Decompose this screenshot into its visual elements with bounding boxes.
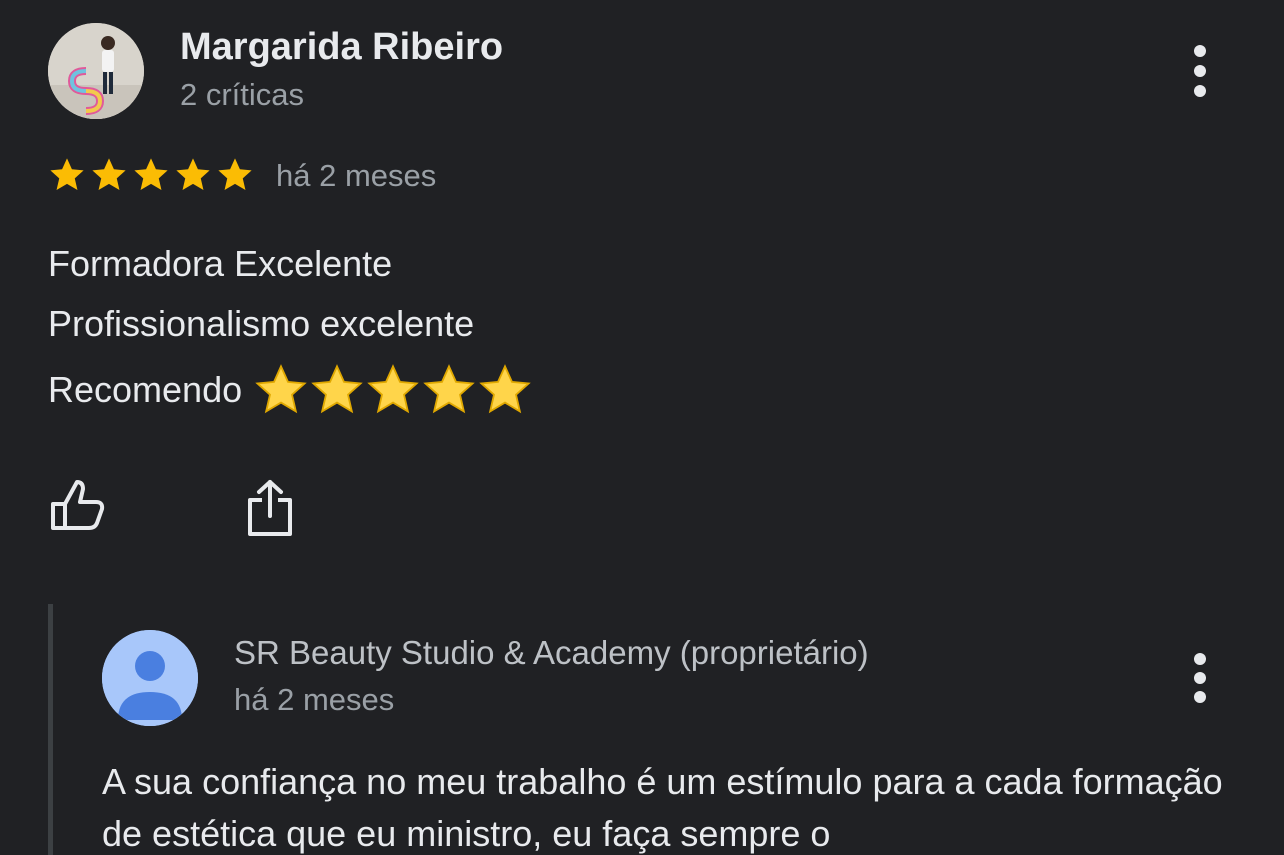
thumbs-up-icon <box>51 480 105 530</box>
owner-name[interactable]: SR Beauty Studio & Academy (proprietário… <box>234 634 869 672</box>
reply-more-options-icon[interactable] <box>1193 653 1207 703</box>
emoji-stars <box>254 363 532 417</box>
star-icon <box>176 158 210 191</box>
star-icon <box>50 158 84 191</box>
reply-date: há 2 meses <box>234 682 395 717</box>
reviewer-name[interactable]: Margarida Ribeiro <box>180 26 503 69</box>
star-emoji-icon <box>367 364 419 414</box>
default-user-icon <box>102 630 198 726</box>
star-icon <box>134 158 168 191</box>
review-more-options-icon[interactable] <box>1193 45 1207 97</box>
star-emoji-icon <box>479 364 531 414</box>
review-text-line-1: Formadora Excelente <box>48 243 393 284</box>
rating-stars <box>48 156 254 194</box>
review-text-line-3-label: Recomendo <box>48 369 243 410</box>
like-button[interactable] <box>48 476 112 540</box>
star-emoji-icon <box>255 364 307 414</box>
star-icon <box>92 158 126 191</box>
share-button[interactable] <box>240 476 300 540</box>
reply-text: A sua confiança no meu trabalho é um est… <box>102 761 1223 854</box>
reply-indent-bar <box>48 604 53 855</box>
reviewer-review-count: 2 críticas <box>180 77 305 112</box>
review-text-line-3: Recomendo <box>48 363 532 417</box>
review-page: Margarida Ribeiro 2 críticas há 2 meses … <box>0 0 1284 855</box>
reviewer-avatar[interactable] <box>48 23 144 119</box>
owner-avatar[interactable] <box>102 630 198 726</box>
star-icon <box>218 158 252 191</box>
star-emoji-icon <box>423 364 475 414</box>
review-text-line-2: Profissionalismo excelente <box>48 303 475 344</box>
share-icon <box>248 480 292 536</box>
review-date: há 2 meses <box>276 158 437 193</box>
star-emoji-icon <box>311 364 363 414</box>
